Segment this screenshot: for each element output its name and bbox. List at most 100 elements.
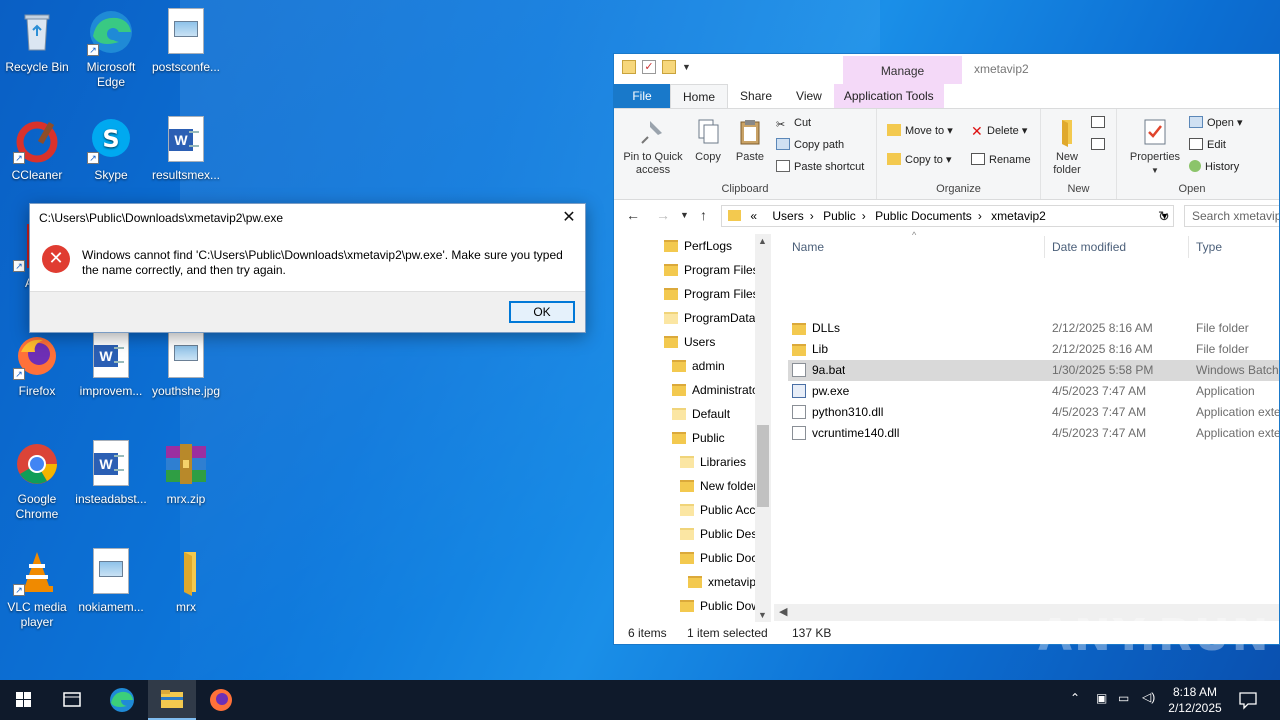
address-overflow[interactable]: « — [750, 209, 757, 223]
nav-item-perflogs[interactable]: PerfLogs — [664, 234, 732, 258]
column-header-name[interactable]: Name — [792, 232, 824, 262]
rename-button[interactable]: Rename — [971, 152, 1031, 168]
ribbon: Pin to Quick access Copy Paste ✂ Cut Copy… — [614, 108, 1279, 200]
nav-item-program-files-x86[interactable]: Program Files (x86) — [664, 282, 769, 306]
refresh-icon[interactable]: ↻ — [1158, 208, 1170, 225]
taskbar-edge-button[interactable] — [98, 680, 146, 720]
new-item-button[interactable] — [1091, 115, 1109, 131]
desktop-icon-ccleaner[interactable]: ↗ CCleaner — [0, 116, 74, 183]
breadcrumb-public-documents[interactable]: Public Documents — [875, 209, 972, 223]
address-bar[interactable]: « Users › Public › Public Documents › xmeta… — [721, 205, 1174, 227]
up-arrow-icon[interactable]: ↑ — [700, 207, 707, 223]
back-arrow-icon[interactable]: ← — [626, 207, 640, 223]
cut-button[interactable]: ✂ Cut — [776, 115, 811, 131]
copy-button[interactable]: Copy — [690, 117, 726, 164]
nav-item-new-folder[interactable]: New folder — [680, 474, 757, 498]
nav-item-libraries[interactable]: Libraries — [680, 450, 746, 474]
usb-device-icon[interactable]: ▣ — [1096, 691, 1107, 705]
volume-icon[interactable]: ◁) — [1142, 690, 1155, 704]
search-input[interactable]: Search xmetavip2 — [1184, 205, 1279, 227]
breadcrumb-xmetavip2[interactable]: xmetavip2 — [991, 209, 1046, 223]
properties-check-icon[interactable]: ✓ — [642, 60, 656, 74]
desktop-icon-mrx-zip[interactable]: mrx.zip — [149, 440, 223, 507]
column-header-date-modified[interactable]: Date modified — [1052, 232, 1126, 262]
taskbar-firefox-button[interactable] — [197, 680, 245, 720]
paste-button[interactable]: Paste — [732, 117, 768, 164]
desktop-icon-nokiamem[interactable]: nokiamem... — [74, 548, 148, 615]
desktop-icon-improvem[interactable]: W improvem... — [74, 332, 148, 399]
tab-view[interactable]: View — [784, 84, 834, 108]
ok-button[interactable]: OK — [509, 301, 575, 323]
desktop-icon-google-chrome[interactable]: Google Chrome — [0, 440, 74, 522]
notifications-button[interactable] — [1236, 680, 1260, 720]
desktop-icon-skype[interactable]: S ↗ Skype — [74, 116, 148, 183]
column-divider[interactable] — [1044, 236, 1045, 258]
desktop-icon-vlc[interactable]: ↗ VLC media player — [0, 548, 74, 630]
scroll-up-icon[interactable]: ▲ — [758, 236, 767, 246]
history-button[interactable]: History — [1189, 159, 1239, 175]
nav-item-users[interactable]: Users — [664, 330, 715, 354]
nav-item-program-files[interactable]: Program Files — [664, 258, 759, 282]
desktop-icon-mrx-folder[interactable]: mrx — [149, 548, 223, 615]
file-row-dlls[interactable]: DLLs 2/12/2025 8:16 AM File folder — [788, 318, 1279, 339]
desktop-icon-youthshe[interactable]: youthshe.jpg — [149, 332, 223, 399]
taskbar-file-explorer-button[interactable] — [148, 680, 196, 720]
nav-item-default[interactable]: Default — [672, 402, 730, 426]
task-view-button[interactable] — [48, 680, 96, 720]
open-button[interactable]: Open ▾ — [1189, 115, 1243, 131]
file-row-lib[interactable]: Lib 2/12/2025 8:16 AM File folder — [788, 339, 1279, 360]
explorer-titlebar[interactable]: ✓ ▼ Manage xmetavip2 — [614, 54, 1279, 84]
breadcrumb-users[interactable]: Users — [772, 209, 803, 223]
move-to-button[interactable]: Move to ▾ — [887, 123, 953, 139]
network-icon[interactable]: ▭ — [1118, 691, 1129, 705]
nav-item-programdata[interactable]: ProgramData — [664, 306, 755, 330]
file-row-pw-exe[interactable]: pw.exe 4/5/2023 7:47 AM Application — [788, 381, 1279, 402]
nav-pane-scrollbar[interactable]: ▲ ▼ — [755, 234, 771, 622]
copy-path-button[interactable]: Copy path — [776, 137, 844, 153]
tab-file[interactable]: File — [614, 84, 670, 108]
tab-manage[interactable]: Manage — [843, 56, 962, 84]
new-folder-button[interactable]: New folder — [1045, 117, 1089, 177]
copy-to-button[interactable]: Copy to ▾ — [887, 152, 952, 168]
start-button[interactable] — [0, 680, 48, 720]
desktop-icon-label: CCleaner — [11, 168, 63, 182]
chevron-down-icon[interactable]: ▼ — [682, 62, 691, 72]
properties-button[interactable]: Properties ▼ — [1125, 117, 1185, 177]
nav-item-public[interactable]: Public — [672, 426, 725, 450]
show-hidden-icons-chevron-icon[interactable]: ⌃ — [1070, 691, 1080, 705]
recent-locations-chevron-icon[interactable]: ▼ — [680, 210, 689, 220]
paste-shortcut-button[interactable]: Paste shortcut — [776, 159, 864, 175]
edit-button[interactable]: Edit — [1189, 137, 1226, 153]
tab-share[interactable]: Share — [728, 84, 784, 108]
taskbar-clock[interactable]: 8:18 AM 2/12/2025 — [1160, 684, 1230, 716]
file-row-9a-bat[interactable]: 9a.bat 1/30/2025 5:58 PM Windows Batch F… — [788, 360, 1279, 381]
forward-arrow-icon[interactable]: → — [656, 207, 670, 223]
tab-application-tools[interactable]: Application Tools — [833, 84, 944, 108]
easy-access-button[interactable] — [1091, 137, 1109, 153]
file-row-python310-dll[interactable]: python310.dll 4/5/2023 7:47 AM Applicati… — [788, 402, 1279, 423]
new-folder-icon[interactable] — [662, 60, 676, 74]
scroll-left-icon[interactable]: ◀ — [779, 605, 787, 618]
nav-item-administrator[interactable]: Administrator — [672, 378, 763, 402]
desktop-icon-insteadabst[interactable]: W insteadabst... — [74, 440, 148, 507]
column-header-type[interactable]: Type — [1196, 232, 1222, 262]
desktop-icon-postsconfe[interactable]: postsconfe... — [149, 8, 223, 75]
nav-item-xmetavip2[interactable]: xmetavip2 — [688, 570, 763, 594]
file-date: 4/5/2023 7:47 AM — [1052, 405, 1147, 419]
desktop-icon-resultsmex[interactable]: W resultsmex... — [149, 116, 223, 183]
tab-home[interactable]: Home — [670, 84, 729, 108]
scrollbar-thumb[interactable] — [757, 425, 769, 507]
desktop-icon-recycle-bin[interactable]: Recycle Bin — [0, 8, 74, 75]
delete-button[interactable]: ✕ Delete ▾ — [971, 123, 1027, 139]
dialog-titlebar[interactable]: C:\Users\Public\Downloads\xmetavip2\pw.e… — [30, 204, 585, 232]
file-row-vcruntime140-dll[interactable]: vcruntime140.dll 4/5/2023 7:47 AM Applic… — [788, 423, 1279, 444]
nav-item-admin[interactable]: admin — [672, 354, 725, 378]
desktop-icon-firefox[interactable]: ↗ Firefox — [0, 332, 74, 399]
column-divider[interactable] — [1188, 236, 1189, 258]
scroll-down-icon[interactable]: ▼ — [758, 610, 767, 620]
breadcrumb-public[interactable]: Public — [823, 209, 856, 223]
desktop-icon-label: insteadabst... — [75, 492, 147, 506]
close-icon[interactable]: ✕ — [553, 204, 585, 232]
desktop-icon-microsoft-edge[interactable]: ↗ Microsoft Edge — [74, 8, 148, 90]
pin-to-quick-access-button[interactable]: Pin to Quick access — [620, 117, 686, 177]
